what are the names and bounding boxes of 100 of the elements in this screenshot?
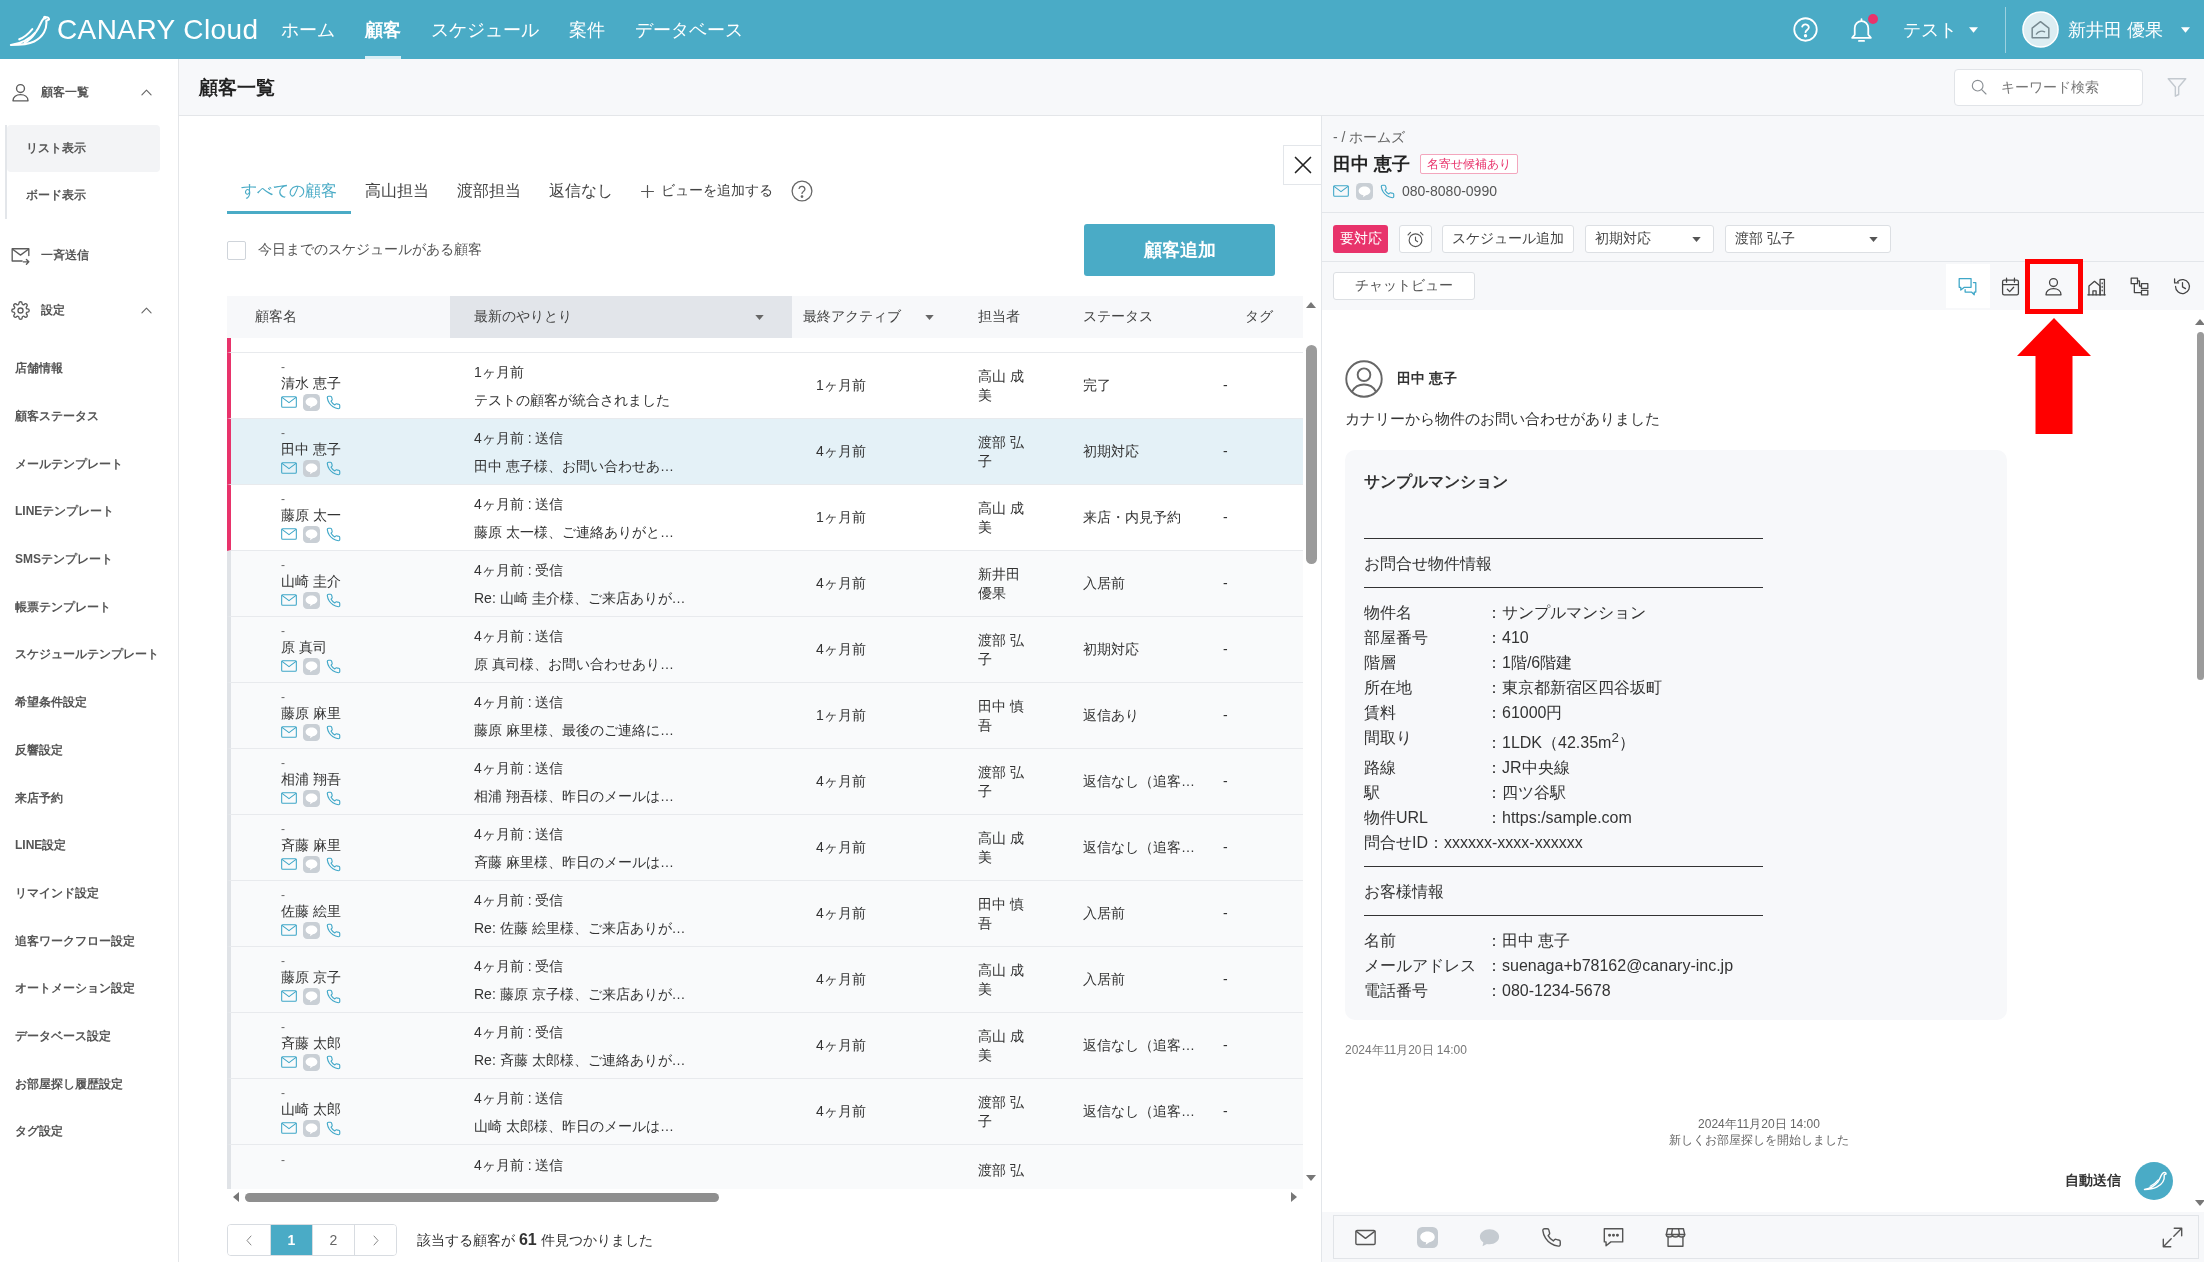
chat-tile-icon[interactable] — [303, 525, 320, 543]
chat-tile-icon[interactable] — [1356, 182, 1373, 200]
phone-icon[interactable] — [326, 658, 341, 674]
phone-icon[interactable] — [326, 988, 341, 1004]
phone-icon[interactable] — [1380, 183, 1395, 199]
sidebar-item[interactable]: リスト表示 — [7, 125, 160, 172]
sidebar-item[interactable]: スケジュールテンプレート — [0, 631, 178, 679]
table-row[interactable]: - 佐藤 絵里 4ヶ月前 : 受信 Re: 佐藤 絵里様、ご来店ありが… 4ヶ月前 田中 慎吾 入居前 - — [227, 881, 1303, 947]
sidebar-item[interactable]: メールテンプレート — [0, 440, 178, 489]
sidebar-item[interactable]: タグ設定 — [0, 1108, 178, 1156]
sidebar-item[interactable]: SMSテンプレート — [0, 535, 178, 584]
sidebar-item[interactable]: 希望条件設定 — [0, 678, 178, 727]
sidebar-item[interactable]: 追客ワークフロー設定 — [0, 917, 178, 965]
table-cell-text: 新井田優果 — [978, 564, 1021, 603]
phone-icon[interactable] — [326, 1120, 341, 1136]
sidebar-item[interactable]: 反響設定 — [0, 726, 178, 775]
table-row[interactable]: - 4ヶ月前 : 送信 渡部 弘 — [227, 1145, 1303, 1189]
sidebar-item[interactable]: オートメーション設定 — [0, 964, 178, 1013]
chat-tile-icon[interactable] — [303, 459, 320, 477]
mail-icon[interactable] — [281, 660, 297, 672]
phone-icon[interactable] — [326, 724, 341, 740]
sidebar-item[interactable]: 帳票テンプレート — [0, 583, 178, 632]
sidebar-item[interactable]: 顧客ステータス — [0, 392, 178, 441]
sidebar-item[interactable]: LINE設定 — [0, 821, 178, 870]
phone-icon[interactable] — [326, 460, 341, 476]
help-icon[interactable] — [791, 180, 813, 202]
table-row[interactable]: - 藤原 太一 4ヶ月前 : 送信 藤原 太一様、ご連絡ありがと… 1ヶ月前 高山 成美 来店・内見予約 - — [227, 485, 1303, 551]
checkbox-label[interactable]: 今日までのスケジュールがある顧客 — [258, 241, 482, 259]
alarm-button[interactable] — [1399, 225, 1432, 253]
next-page-button[interactable] — [354, 1225, 396, 1255]
sidebar-item[interactable]: 来店予約 — [0, 774, 178, 822]
chat-tile-icon[interactable] — [303, 1119, 320, 1137]
table-row[interactable]: - 斉藤 麻里 4ヶ月前 : 送信 斉藤 麻里様、昨日のメールは… 4ヶ月前 高山 成美 返信なし（追客… - — [227, 815, 1303, 881]
phone-icon[interactable] — [326, 790, 341, 806]
view-tab[interactable]: 高山担当 — [351, 171, 443, 214]
phone-icon[interactable] — [326, 526, 341, 542]
mail-icon[interactable] — [281, 462, 297, 474]
table-row[interactable]: - 田中 恵子 4ヶ月前 : 送信 田中 恵子様、お問い合わせあ… 4ヶ月前 渡部 弘子 初期対応 - — [227, 419, 1303, 485]
chat-tile-icon[interactable] — [303, 1053, 320, 1071]
table-row[interactable]: - 山崎 太郎 4ヶ月前 : 送信 山崎 太郎様、昨日のメールは… 4ヶ月前 渡部 弘子 返信なし（追客… - — [227, 1079, 1303, 1145]
phone-icon[interactable] — [326, 922, 341, 938]
search-field[interactable]: キーワード検索 — [2001, 79, 2131, 95]
bell-icon[interactable] — [1849, 16, 1874, 43]
sidebar-item[interactable]: リマインド設定 — [0, 869, 178, 918]
phone-icon[interactable] — [326, 394, 341, 410]
sidebar-section-toggle[interactable]: 顧客一覧 — [0, 70, 178, 114]
mail-icon[interactable] — [281, 1056, 297, 1068]
chat-tile-icon[interactable] — [303, 789, 320, 807]
mail-icon[interactable] — [281, 396, 297, 408]
view-tab[interactable]: 渡部担当 — [443, 171, 535, 214]
table-row[interactable]: - 斉藤 太郎 4ヶ月前 : 受信 Re: 斉藤 太郎様、ご連絡ありが… 4ヶ月前 高山 成美 返信なし（追客… - — [227, 1013, 1303, 1079]
sidebar-item[interactable]: 店舗情報 — [0, 345, 178, 393]
mail-icon[interactable] — [281, 1122, 297, 1134]
chat-tile-icon[interactable] — [303, 855, 320, 873]
mail-icon[interactable] — [1333, 185, 1349, 197]
table-row[interactable]: - 藤原 京子 4ヶ月前 : 受信 Re: 藤原 京子様、ご来店ありが… 4ヶ月前 高山 成美 入居前 - — [227, 947, 1303, 1013]
interaction-time: 4ヶ月前 : 送信 — [474, 824, 564, 844]
close-button[interactable] — [1283, 145, 1321, 185]
sidebar-item[interactable]: データベース設定 — [0, 1012, 178, 1061]
mail-icon[interactable] — [281, 528, 297, 540]
table-row[interactable]: - 原 真司 4ヶ月前 : 送信 原 真司様、お問い合わせあり… 4ヶ月前 渡部 弘子 初期対応 - — [227, 617, 1303, 683]
assignee-dropdown[interactable]: 渡部 弘子 — [1725, 225, 1891, 253]
mail-icon[interactable] — [281, 990, 297, 1002]
table-row[interactable]: - 相浦 翔吾 4ヶ月前 : 送信 相浦 翔吾様、昨日のメールは… 4ヶ月前 渡部 弘子 返信なし（追客… - — [227, 749, 1303, 815]
chat-tile-icon[interactable] — [303, 393, 320, 411]
mail-icon[interactable] — [281, 924, 297, 936]
checkbox[interactable] — [227, 240, 246, 260]
sidebar-link[interactable]: 一斉送信 — [0, 233, 178, 277]
chat-view-button[interactable]: チャットビュー — [1333, 272, 1475, 300]
chat-tile-icon[interactable] — [303, 921, 320, 939]
mail-icon[interactable] — [281, 792, 297, 804]
chat-tile-icon[interactable] — [303, 987, 320, 1005]
table-row[interactable]: - 山崎 圭介 4ヶ月前 : 受信 Re: 山崎 圭介様、ご来店ありが… 4ヶ月前 新井田優果 入居前 - — [227, 551, 1303, 617]
sidebar-section-toggle[interactable]: 設定 — [0, 288, 178, 332]
phone-icon[interactable] — [326, 592, 341, 608]
table-cell: - — [1223, 1036, 1228, 1055]
view-tab[interactable]: 返信なし — [535, 171, 627, 214]
chat-tile-icon[interactable] — [303, 591, 320, 609]
add-schedule-button[interactable]: スケジュール追加 — [1442, 225, 1574, 253]
column-header[interactable]: 最終アクティブ — [792, 296, 967, 338]
phone-icon[interactable] — [326, 1054, 341, 1070]
mail-icon[interactable] — [281, 726, 297, 738]
mail-icon[interactable] — [281, 594, 297, 606]
status-dropdown[interactable]: 初期対応 — [1585, 225, 1714, 253]
search-box[interactable]: キーワード検索 — [1954, 68, 2143, 106]
column-header[interactable]: 最新のやりとり — [450, 296, 792, 338]
sidebar-item[interactable]: LINEテンプレート — [0, 488, 178, 536]
house-avatar-icon[interactable] — [2022, 11, 2059, 48]
add-view-button[interactable]: ビューを追加する — [627, 171, 787, 214]
filter-icon[interactable] — [2167, 77, 2187, 97]
sidebar-item[interactable]: ボード表示 — [7, 172, 160, 219]
mail-icon[interactable] — [281, 858, 297, 870]
breadcrumb[interactable]: - / ホームズ — [1333, 128, 1406, 146]
chat-tile-icon[interactable] — [303, 657, 320, 675]
chat-tile-icon[interactable] — [303, 723, 320, 741]
priority-button[interactable]: 要対応 — [1333, 225, 1388, 253]
sidebar-item[interactable]: お部屋探し履歴設定 — [0, 1060, 178, 1108]
table-row[interactable]: - 藤原 麻里 4ヶ月前 : 送信 藤原 麻里様、最後のご連絡に… 1ヶ月前 田中 慎吾 返信あり - — [227, 683, 1303, 749]
phone-icon[interactable] — [326, 856, 341, 872]
table-row[interactable]: - 清水 恵子 1ヶ月前 テストの顧客が統合されました 1ヶ月前 高山 成美 完了 - — [227, 353, 1303, 419]
